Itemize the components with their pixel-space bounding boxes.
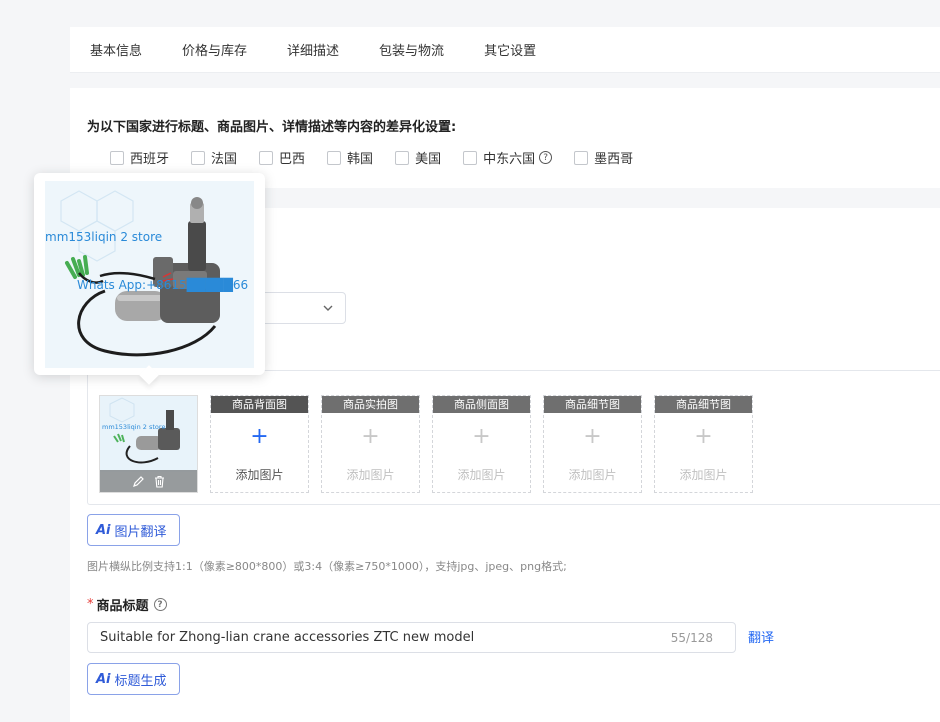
checkbox-label: 中东六国 [483, 152, 536, 167]
generate-title-label: 标题生成 [114, 673, 167, 689]
char-counter: 55/128 [670, 630, 713, 645]
product-title-text: 商品标题 [96, 599, 149, 614]
edit-icon[interactable] [132, 475, 145, 488]
tab-description[interactable]: 详细描述 [287, 40, 339, 59]
checkbox-label: 韩国 [347, 152, 374, 167]
slot-label: 商品细节图 [544, 396, 641, 413]
preview-image: mm153liqin 2 store Whats App:+8615█████6… [45, 181, 254, 368]
section-tabs: 基本信息 价格与库存 详细描述 包装与物流 其它设置 [70, 27, 940, 73]
preview-watermark-whatsapp: Whats App:+8615█████66 [77, 277, 248, 292]
plus-icon: + [583, 424, 602, 449]
plus-icon: + [250, 424, 269, 449]
upload-slot-real[interactable]: 商品实拍图 + 添加图片 [321, 395, 420, 493]
motor-preview-image: mm153liqin 2 store Whats App:+8615█████6… [45, 181, 254, 368]
help-icon[interactable]: ? [153, 598, 167, 611]
checkbox-label: 墨西哥 [594, 152, 634, 167]
main-product-image[interactable]: mm153liqin 2 store [99, 395, 198, 493]
image-action-bar [100, 470, 197, 492]
add-image-text: 添加图片 [457, 468, 506, 482]
translate-link[interactable]: 翻译 [748, 627, 774, 646]
trash-icon[interactable] [153, 475, 166, 488]
required-mark: * [87, 597, 94, 612]
product-title-input[interactable]: Suitable for Zhong-lian crane accessorie… [87, 622, 736, 653]
slot-label: 商品实拍图 [322, 396, 419, 413]
slot-label: 商品细节图 [655, 396, 752, 413]
checkbox-box[interactable] [259, 150, 274, 165]
plus-icon: + [694, 424, 713, 449]
add-image-text: 添加图片 [235, 468, 284, 482]
help-icon[interactable]: ? [539, 151, 553, 164]
plus-icon: + [361, 424, 380, 449]
preview-watermark-store: mm153liqin 2 store [45, 230, 162, 244]
checkbox-label: 巴西 [279, 152, 306, 167]
plus-icon: + [472, 424, 491, 449]
checkbox-france[interactable]: 法国 [191, 148, 237, 167]
checkbox-box[interactable] [191, 150, 206, 165]
slot-label: 商品侧面图 [433, 396, 530, 413]
upload-slot-detail-2[interactable]: 商品细节图 + 添加图片 [654, 395, 753, 493]
chevron-down-icon [323, 305, 333, 311]
upload-slot-side[interactable]: 商品侧面图 + 添加图片 [432, 395, 531, 493]
add-image-text: 添加图片 [568, 468, 617, 482]
country-settings-title: 为以下国家进行标题、商品图片、详情描述等内容的差异化设置: [87, 120, 457, 135]
checkbox-box[interactable] [463, 150, 478, 165]
checkbox-usa[interactable]: 美国 [395, 148, 441, 167]
slot-label: 商品背面图 [211, 396, 308, 413]
image-preview-popover: mm153liqin 2 store Whats App:+8615█████6… [34, 173, 265, 385]
product-title-label: * 商品标题 ? [87, 595, 167, 614]
checkbox-label: 法国 [211, 152, 238, 167]
checkbox-box[interactable] [327, 150, 342, 165]
checkbox-brazil[interactable]: 巴西 [259, 148, 305, 167]
image-translate-label: 图片翻译 [114, 524, 167, 540]
country-checkbox-row: 西班牙 法国 巴西 韩国 美国 中东六国? 墨西哥 [110, 148, 655, 167]
add-image-text: 添加图片 [346, 468, 395, 482]
tab-other-settings[interactable]: 其它设置 [484, 40, 536, 59]
ai-icon: Ai [96, 671, 111, 687]
upload-slot-detail-1[interactable]: 商品细节图 + 添加图片 [543, 395, 642, 493]
checkbox-box[interactable] [110, 150, 124, 165]
motor-thumbnail: mm153liqin 2 store [100, 396, 197, 472]
tab-packaging-logistics[interactable]: 包装与物流 [379, 40, 444, 59]
checkbox-label: 美国 [415, 152, 442, 167]
image-translate-button[interactable]: Ai 图片翻译 [87, 514, 180, 546]
upload-slot-back[interactable]: 商品背面图 + 添加图片 [210, 395, 309, 493]
checkbox-label: 西班牙 [130, 152, 170, 167]
add-image-text: 添加图片 [679, 468, 728, 482]
checkbox-korea[interactable]: 韩国 [327, 148, 373, 167]
ai-icon: Ai [96, 522, 111, 538]
generate-title-button[interactable]: Ai 标题生成 [87, 663, 180, 695]
tab-basic-info[interactable]: 基本信息 [90, 40, 142, 59]
checkbox-box[interactable] [574, 150, 589, 165]
checkbox-box[interactable] [395, 150, 410, 165]
thumb-watermark: mm153liqin 2 store [102, 423, 165, 431]
checkbox-middle-east[interactable]: 中东六国? [463, 148, 553, 167]
checkbox-mexico[interactable]: 墨西哥 [574, 148, 633, 167]
checkbox-spain[interactable]: 西班牙 [110, 148, 169, 167]
image-format-hint: 图片横纵比例支持1:1（像素≥800*800）或3:4（像素≥750*1000）… [87, 560, 567, 573]
product-title-value[interactable]: Suitable for Zhong-lian crane accessorie… [100, 630, 671, 645]
tab-price-inventory[interactable]: 价格与库存 [182, 40, 247, 59]
